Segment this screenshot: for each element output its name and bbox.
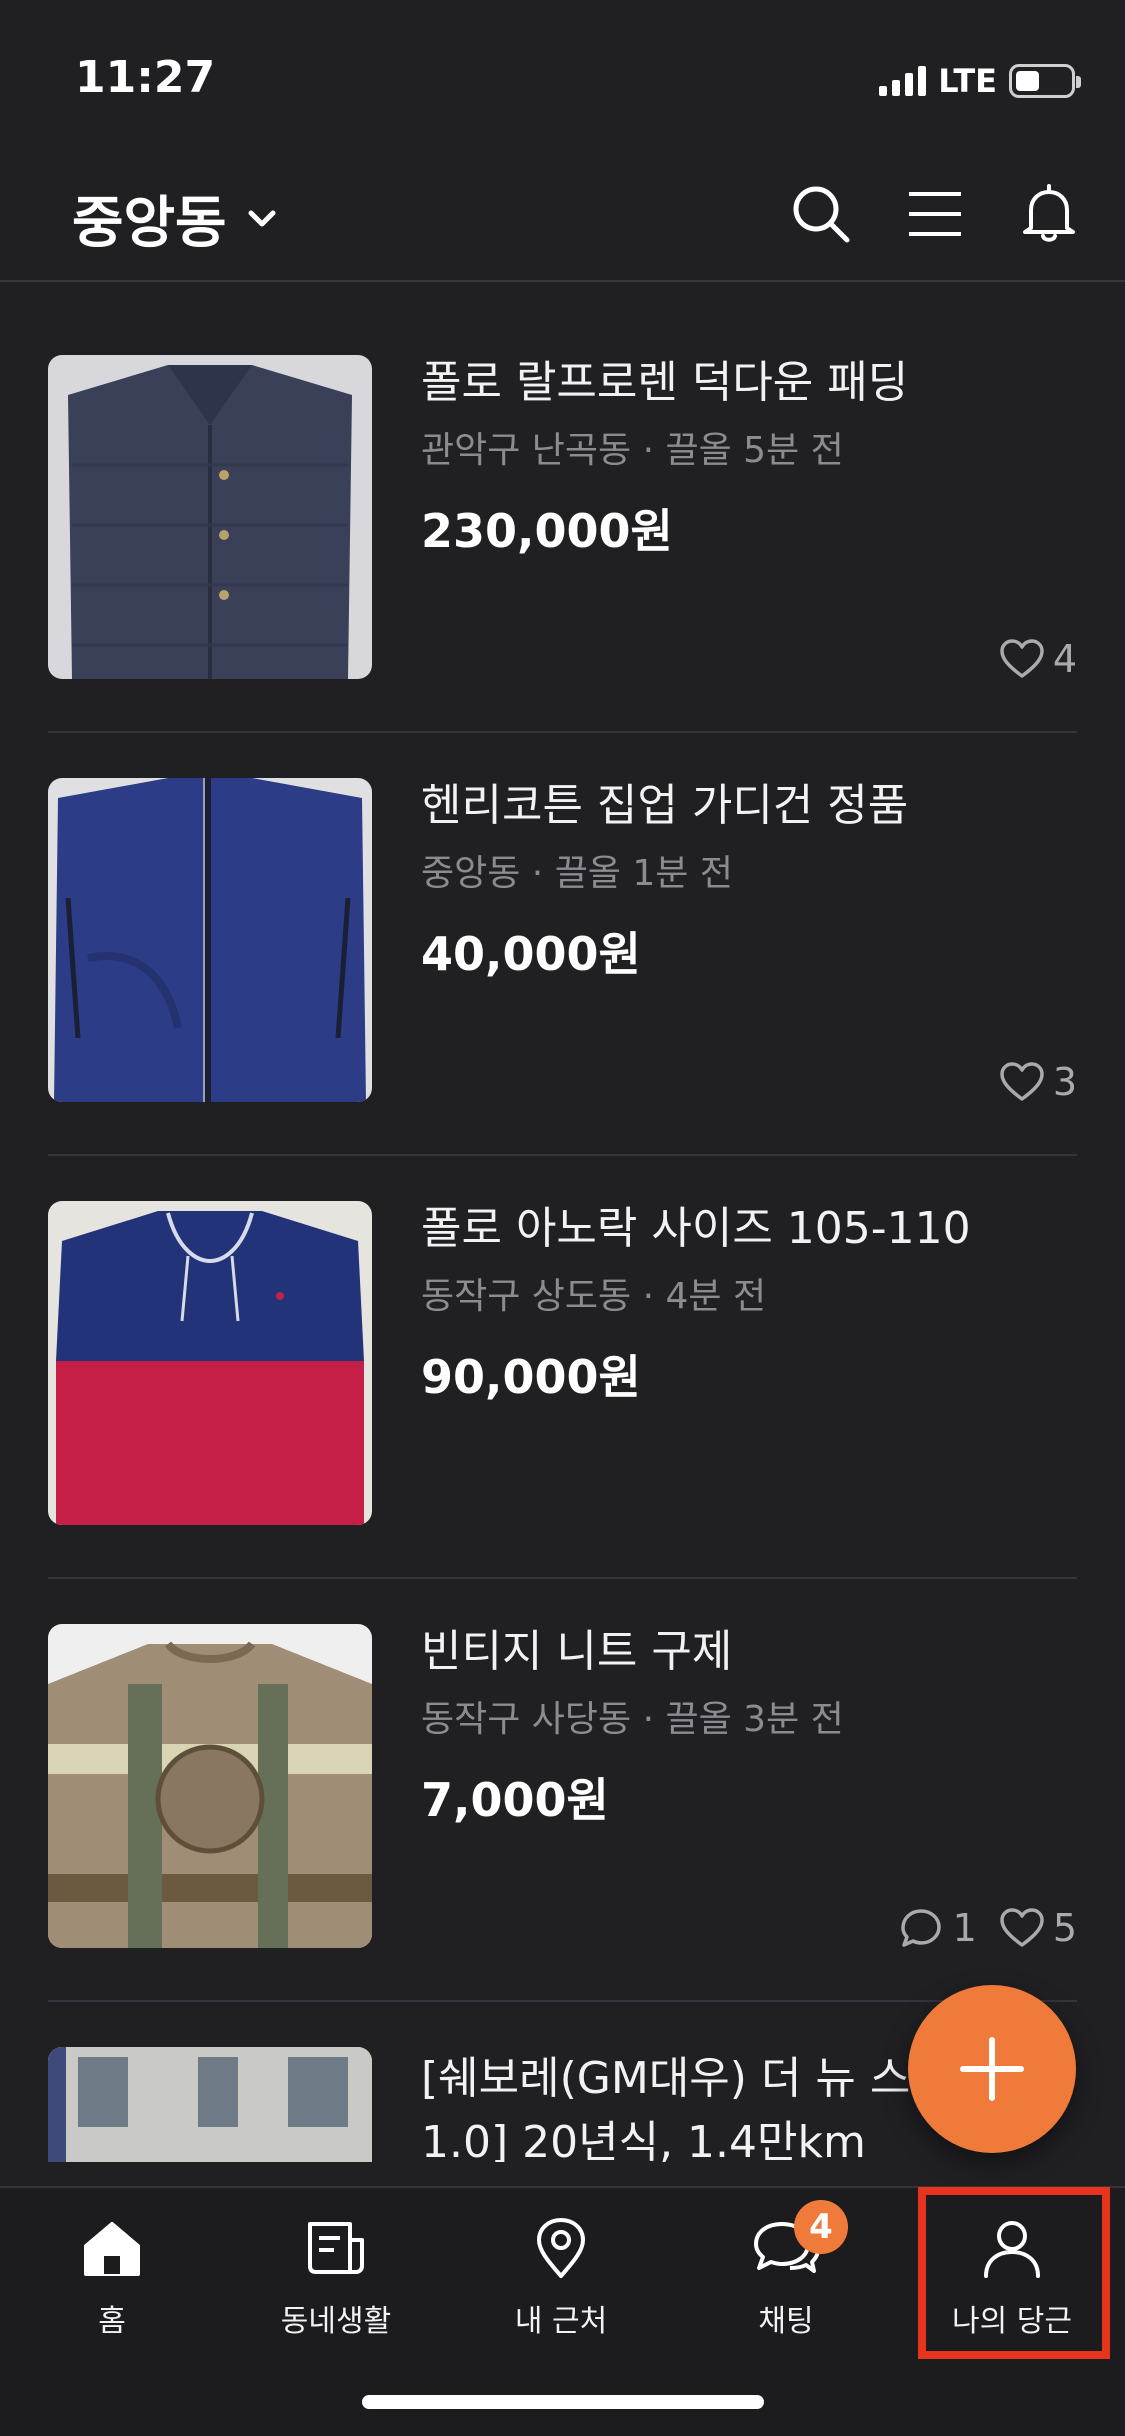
item-price: 90,000원 — [421, 1350, 641, 1404]
item-meta: 동작구 사당동 · 끌올 3분 전 — [421, 1699, 844, 1740]
item-thumbnail — [48, 778, 372, 1102]
item-title: 폴로 랄프로렌 덕다운 패딩 — [421, 357, 909, 408]
network-label: LTE — [938, 62, 997, 100]
news-icon — [308, 2222, 364, 2274]
menu-icon — [909, 192, 961, 236]
item-thumbnail — [48, 1201, 372, 1525]
like-count-value: 3 — [1052, 1060, 1077, 1104]
chevron-down-icon — [248, 210, 276, 226]
tab-label: 내 근처 — [514, 2304, 608, 2339]
list-item[interactable]: 빈티지 니트 구제 동작구 사당동 · 끌올 3분 전 7,000원 1 5 — [48, 1579, 1077, 2002]
item-price: 7,000원 — [421, 1773, 609, 1827]
list-item[interactable]: 폴로 아노락 사이즈 105-110 동작구 상도동 · 4분 전 90,000… — [48, 1156, 1077, 1579]
plus-icon — [960, 2037, 1024, 2101]
item-title: 폴로 아노락 사이즈 105-110 — [421, 1203, 971, 1254]
comment-count: 1 — [897, 1906, 977, 1950]
like-count: 5 — [999, 1906, 1077, 1950]
chat-bubble-icon — [900, 1909, 941, 1947]
like-count-value: 5 — [1052, 1906, 1077, 1950]
item-meta: 관악구 난곡동 · 끌올 5분 전 — [421, 430, 844, 471]
heart-icon — [1000, 639, 1044, 678]
tab-label: 홈 — [98, 2304, 126, 2339]
tab-chat[interactable]: 4 채팅 — [696, 2200, 876, 2340]
item-title: 빈티지 니트 구제 — [421, 1626, 733, 1677]
item-thumbnail — [48, 1624, 372, 1948]
like-count-value: 4 — [1052, 637, 1077, 681]
tab-home[interactable]: 홈 — [22, 2212, 202, 2340]
heart-icon — [1000, 1062, 1044, 1101]
tab-neighborhood[interactable]: 동네생활 — [246, 2212, 426, 2340]
like-count: 4 — [999, 637, 1077, 681]
top-header: 중앙동 — [0, 150, 1125, 282]
signal-icon — [879, 66, 927, 96]
location-selector[interactable]: 중앙동 — [72, 178, 279, 259]
location-pin-icon — [537, 2218, 585, 2278]
highlight-box — [918, 2187, 1110, 2359]
list-item[interactable]: 헨리코튼 집업 가디건 정품 중앙동 · 끌올 1분 전 40,000원 3 — [48, 733, 1077, 1156]
item-price: 230,000원 — [421, 504, 673, 558]
item-price: 40,000원 — [421, 927, 641, 981]
battery-icon — [1009, 64, 1081, 98]
status-indicators: LTE — [879, 62, 1081, 100]
status-time: 11:27 — [75, 52, 216, 103]
list-item[interactable]: 폴로 랄프로렌 덕다운 패딩 관악구 난곡동 · 끌올 5분 전 230,000… — [48, 310, 1077, 733]
chat-unread-badge: 4 — [794, 2200, 848, 2254]
item-thumbnail — [48, 2047, 372, 2162]
location-label: 중앙동 — [72, 191, 227, 256]
search-button[interactable] — [787, 180, 855, 248]
notification-button[interactable] — [1015, 180, 1083, 248]
like-count: 3 — [999, 1060, 1077, 1104]
item-title: 헨리코튼 집업 가디건 정품 — [421, 780, 909, 831]
tab-label: 동네생활 — [280, 2304, 392, 2339]
tab-nearby[interactable]: 내 근처 — [471, 2212, 651, 2340]
bell-icon — [1023, 184, 1075, 242]
add-item-button[interactable] — [908, 1985, 1076, 2153]
home-icon — [84, 2222, 140, 2276]
search-icon — [793, 186, 850, 243]
menu-button[interactable] — [901, 180, 969, 248]
tab-label: 채팅 — [758, 2304, 814, 2339]
item-meta: 동작구 상도동 · 4분 전 — [421, 1276, 767, 1317]
heart-icon — [1000, 1908, 1044, 1947]
status-bar: 11:27 LTE — [0, 0, 1125, 150]
home-indicator[interactable] — [362, 2395, 764, 2409]
comment-count-value: 1 — [952, 1906, 977, 1950]
item-thumbnail — [48, 355, 372, 679]
item-meta: 중앙동 · 끌올 1분 전 — [421, 853, 733, 894]
